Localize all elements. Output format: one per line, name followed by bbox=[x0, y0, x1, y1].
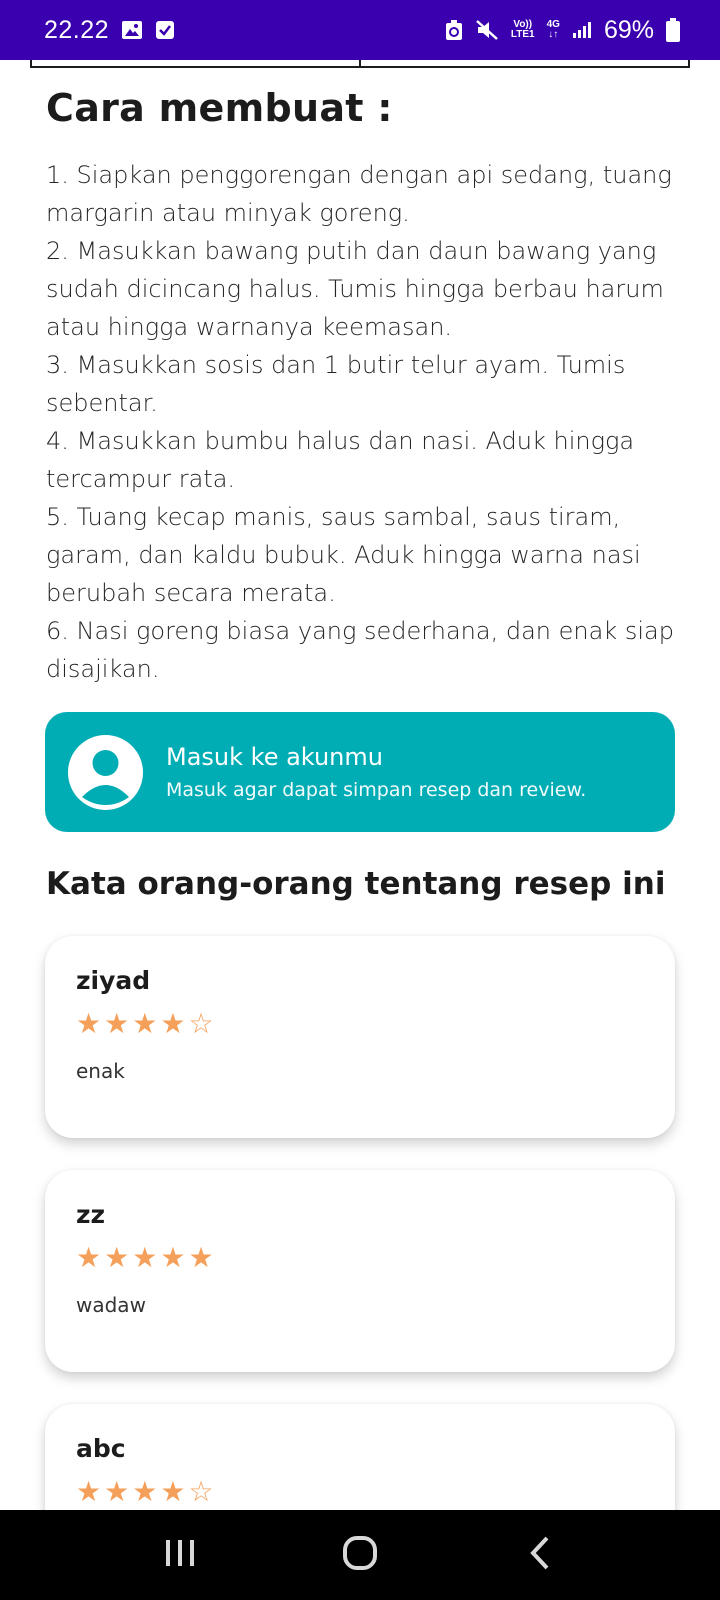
step-item: 5. Tuang kecap manis, saus sambal, saus … bbox=[46, 503, 641, 607]
status-time: 22.22 bbox=[44, 15, 110, 44]
star-filled-icon: ★ bbox=[76, 1007, 102, 1040]
section-title: Cara membuat : bbox=[46, 86, 393, 130]
review-author: abc bbox=[76, 1434, 126, 1463]
step-item: 1. Siapkan penggorengan dengan api sedan… bbox=[46, 161, 672, 227]
step-item: 4. Masukkan bumbu halus dan nasi. Aduk h… bbox=[46, 427, 635, 493]
star-empty-icon: ☆ bbox=[188, 1007, 214, 1040]
review-rating: ★ ★ ★ ★ ☆ bbox=[76, 1477, 644, 1507]
previous-box-right bbox=[361, 60, 690, 68]
network-gen: 4G ↓↑ bbox=[546, 19, 560, 40]
star-filled-icon: ★ bbox=[104, 1241, 130, 1274]
star-filled-icon: ★ bbox=[76, 1241, 102, 1274]
review-author: zz bbox=[76, 1200, 106, 1229]
star-filled-icon: ★ bbox=[160, 1241, 186, 1274]
review-card: zz ★ ★ ★ ★ ★ wadaw bbox=[45, 1170, 675, 1372]
star-filled-icon: ★ bbox=[132, 1241, 158, 1274]
star-filled-icon: ★ bbox=[104, 1007, 130, 1040]
checkbox-icon bbox=[155, 20, 175, 40]
battery-percent: 69% bbox=[603, 15, 654, 44]
login-title: Masuk ke akunmu bbox=[166, 743, 383, 771]
home-button[interactable] bbox=[330, 1525, 390, 1585]
star-filled-icon: ★ bbox=[160, 1007, 186, 1040]
step-item: 2. Masukkan bawang putih dan daun bawang… bbox=[46, 237, 664, 341]
star-filled-icon: ★ bbox=[132, 1475, 158, 1508]
recent-apps-icon bbox=[163, 1538, 197, 1572]
star-filled-icon: ★ bbox=[76, 1475, 102, 1508]
back-icon bbox=[528, 1535, 552, 1575]
step-item: 3. Masukkan sosis dan 1 butir telur ayam… bbox=[46, 351, 626, 417]
avatar-icon bbox=[68, 734, 143, 810]
back-button[interactable] bbox=[510, 1525, 570, 1585]
previous-content-edge bbox=[30, 60, 690, 68]
network-type: Vo)) LTE1 bbox=[510, 19, 535, 40]
gallery-icon bbox=[121, 20, 143, 40]
previous-box-left bbox=[30, 60, 361, 68]
login-subtitle: Masuk agar dapat simpan resep dan review… bbox=[166, 779, 587, 801]
recipe-steps-section: Cara membuat : 1. Siapkan penggorengan d… bbox=[46, 86, 676, 688]
home-icon bbox=[342, 1535, 378, 1575]
review-card: ziyad ★ ★ ★ ★ ☆ enak bbox=[45, 936, 675, 1138]
signal-icon bbox=[572, 21, 592, 39]
status-left: 22.22 bbox=[44, 16, 175, 45]
star-filled-icon: ★ bbox=[188, 1241, 214, 1274]
reviews-title: Kata orang-orang tentang resep ini bbox=[46, 866, 666, 902]
login-card[interactable]: Masuk ke akunmu Masuk agar dapat simpan … bbox=[45, 712, 675, 832]
mute-icon bbox=[475, 19, 499, 41]
review-text: enak bbox=[76, 1059, 125, 1083]
data-saver-icon bbox=[445, 19, 463, 41]
review-rating: ★ ★ ★ ★ ☆ bbox=[76, 1009, 644, 1039]
navigation-bar bbox=[0, 1510, 720, 1600]
star-filled-icon: ★ bbox=[160, 1475, 186, 1508]
recent-apps-button[interactable] bbox=[150, 1525, 210, 1585]
star-empty-icon: ☆ bbox=[188, 1475, 214, 1508]
status-bar: 22.22 Vo)) LTE1 4G ↓↑ 69% bbox=[0, 0, 720, 60]
review-rating: ★ ★ ★ ★ ★ bbox=[76, 1243, 644, 1273]
star-filled-icon: ★ bbox=[104, 1475, 130, 1508]
steps-list: 1. Siapkan penggorengan dengan api sedan… bbox=[46, 156, 676, 688]
review-text: wadaw bbox=[76, 1293, 146, 1317]
star-filled-icon: ★ bbox=[132, 1007, 158, 1040]
step-item: 6. Nasi goreng biasa yang sederhana, dan… bbox=[46, 617, 674, 683]
login-texts: Masuk ke akunmu Masuk agar dapat simpan … bbox=[166, 743, 586, 801]
review-author: ziyad bbox=[76, 966, 151, 995]
status-right: Vo)) LTE1 4G ↓↑ 69% bbox=[445, 16, 680, 45]
battery-icon bbox=[666, 18, 680, 42]
